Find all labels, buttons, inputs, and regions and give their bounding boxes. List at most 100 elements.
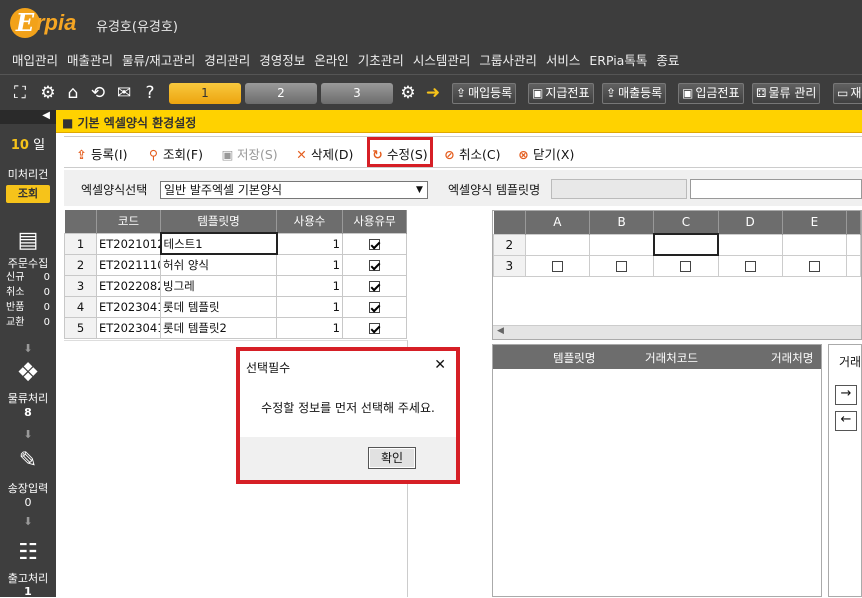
checkbox[interactable] (744, 260, 756, 272)
gear-icon[interactable]: ⚙ (398, 83, 418, 103)
arrow-right-icon[interactable]: ➜ (423, 83, 443, 103)
quick-sales-register[interactable]: ⇪ 매출등록 (602, 83, 667, 104)
col-template-name[interactable]: 템플릿명 (553, 350, 595, 366)
page-tab-1[interactable]: 1 (169, 83, 241, 104)
save-button[interactable]: ▣ 저장(S) (220, 144, 278, 163)
menu-erpia-talk[interactable]: ERPia톡톡 (589, 50, 647, 69)
code-cell[interactable]: ET20211102 (96, 253, 161, 276)
menu-service[interactable]: 서비스 (546, 50, 581, 69)
col-client-name[interactable]: 거래처명 (771, 350, 813, 366)
grid-cell[interactable] (653, 254, 719, 277)
col-uses[interactable]: 사용수 (276, 210, 343, 233)
checkbox[interactable] (369, 280, 380, 292)
logistics-label[interactable]: 물류처리 (0, 390, 56, 406)
col-e[interactable]: E (782, 211, 848, 234)
excel-template-select[interactable]: 일반 발주엑셀 기본양식 ▼ (160, 181, 428, 199)
close-button[interactable]: ⊗ 닫기(X) (516, 144, 574, 163)
help-icon[interactable]: ? (140, 83, 160, 103)
client-tab[interactable]: 거래 (839, 353, 861, 370)
enabled-cell[interactable] (342, 232, 407, 255)
col-client-code[interactable]: 거래처코드 (645, 350, 698, 366)
sitemap-icon[interactable]: ⛶ (10, 83, 30, 103)
code-cell[interactable]: ET20230419 (96, 316, 161, 339)
close-icon[interactable]: ✕ (434, 357, 446, 373)
home-icon[interactable]: ⌂ (63, 83, 83, 103)
code-cell[interactable]: ET20210120 (96, 232, 161, 255)
search-button[interactable]: ⚲ 조회(F) (146, 144, 203, 163)
template-name-cell[interactable]: 테스트1 (159, 232, 278, 255)
template-name-cell[interactable]: 롯데 템플릿 (160, 295, 277, 318)
template-name-cell[interactable]: 빙그레 (160, 274, 277, 297)
grid-cell[interactable] (717, 233, 783, 256)
grid-cell[interactable] (524, 233, 590, 256)
checkbox[interactable] (369, 259, 380, 271)
col-template-name[interactable]: 템플릿명 (160, 210, 277, 233)
grid-cell[interactable] (524, 254, 590, 277)
checkbox[interactable] (369, 322, 380, 334)
grid-cell-selected[interactable] (652, 233, 720, 256)
quick-more[interactable]: ▭ 재 (833, 83, 862, 104)
table-row[interactable]: 3 ET20220824 빙그레 1 (64, 274, 407, 297)
code-cell[interactable]: ET20230419 (96, 295, 161, 318)
grid-cell[interactable] (588, 233, 655, 256)
quick-logistics[interactable]: ⚃ 물류 관리 (752, 83, 821, 104)
refresh-icon[interactable]: ⟲ (88, 83, 108, 103)
mail-icon[interactable]: ✉ (114, 83, 134, 103)
enabled-cell[interactable] (342, 253, 407, 276)
table-row[interactable]: 1 ET20210120 테스트1 1 (64, 232, 407, 255)
enabled-cell[interactable] (342, 316, 407, 339)
menu-basic[interactable]: 기초관리 (358, 50, 404, 69)
register-button[interactable]: ⇪ 등록(I) (74, 144, 127, 163)
page-tab-2[interactable]: 2 (245, 83, 317, 104)
code-cell[interactable]: ET20220824 (96, 274, 161, 297)
table-row[interactable]: 2 ET20211102 허쉬 양식 1 (64, 253, 407, 276)
checkbox[interactable] (551, 260, 563, 272)
enabled-cell[interactable] (342, 274, 407, 297)
menu-group[interactable]: 그룹사관리 (479, 50, 537, 69)
quick-payment-slip[interactable]: ▣ 지급전표 (528, 83, 594, 104)
menu-accounting[interactable]: 경리관리 (204, 50, 250, 69)
table-row[interactable]: 5 ET20230419 롯데 템플릿2 1 (64, 316, 407, 339)
col-b[interactable]: B (589, 211, 655, 234)
order-collect-label[interactable]: 주문수집 (0, 255, 56, 271)
menu-purchase[interactable]: 매입관리 (12, 50, 58, 69)
template-name-input[interactable] (690, 179, 862, 199)
grid-cell[interactable] (588, 254, 655, 277)
checkbox[interactable] (369, 238, 380, 250)
col-a[interactable]: A (525, 211, 590, 234)
move-right-button[interactable]: → (835, 385, 857, 405)
col-d[interactable]: D (718, 211, 783, 234)
scroll-left-icon[interactable]: ◀ (497, 326, 504, 336)
ok-button[interactable]: 확인 (368, 447, 416, 469)
checkbox[interactable] (680, 260, 692, 272)
col-enabled[interactable]: 사용유무 (342, 210, 407, 233)
horizontal-scrollbar[interactable]: ◀ (493, 325, 861, 339)
grid-cell[interactable] (846, 233, 861, 256)
menu-exit[interactable]: 종료 (656, 50, 679, 69)
quick-deposit-slip[interactable]: ▣ 입금전표 (678, 83, 744, 104)
grid-cell[interactable] (717, 254, 783, 277)
menu-logistics[interactable]: 물류/재고관리 (122, 50, 195, 69)
menu-online[interactable]: 온라인 (314, 50, 349, 69)
enabled-cell[interactable] (342, 295, 407, 318)
lookup-button[interactable]: 조회 (6, 185, 50, 203)
shipping-label[interactable]: 출고처리 (0, 570, 56, 586)
table-row[interactable]: 4 ET20230419 롯데 템플릿 1 (64, 295, 407, 318)
menu-management-info[interactable]: 경영정보 (259, 50, 305, 69)
page-tab-3[interactable]: 3 (321, 83, 393, 104)
collapse-arrow-icon[interactable]: ◀ (0, 110, 56, 124)
quick-purchase-register[interactable]: ⇪ 매입등록 (452, 83, 517, 104)
grid-cell[interactable] (781, 254, 848, 277)
checkbox[interactable] (369, 301, 380, 313)
col-c[interactable]: C (653, 211, 719, 234)
grid-cell[interactable] (846, 254, 861, 277)
delete-button[interactable]: ✕ 삭제(D) (294, 144, 353, 163)
template-name-cell[interactable]: 롯데 템플릿2 (160, 316, 277, 339)
checkbox[interactable] (808, 260, 820, 272)
invoice-label[interactable]: 송장입력 (0, 480, 56, 496)
move-left-button[interactable]: ← (835, 411, 857, 431)
chevron-down-icon[interactable]: ▼ (412, 182, 427, 198)
cancel-button[interactable]: ⊘ 취소(C) (442, 144, 500, 163)
gear-icon[interactable]: ⚙ (38, 83, 58, 103)
col-code[interactable]: 코드 (96, 210, 161, 233)
